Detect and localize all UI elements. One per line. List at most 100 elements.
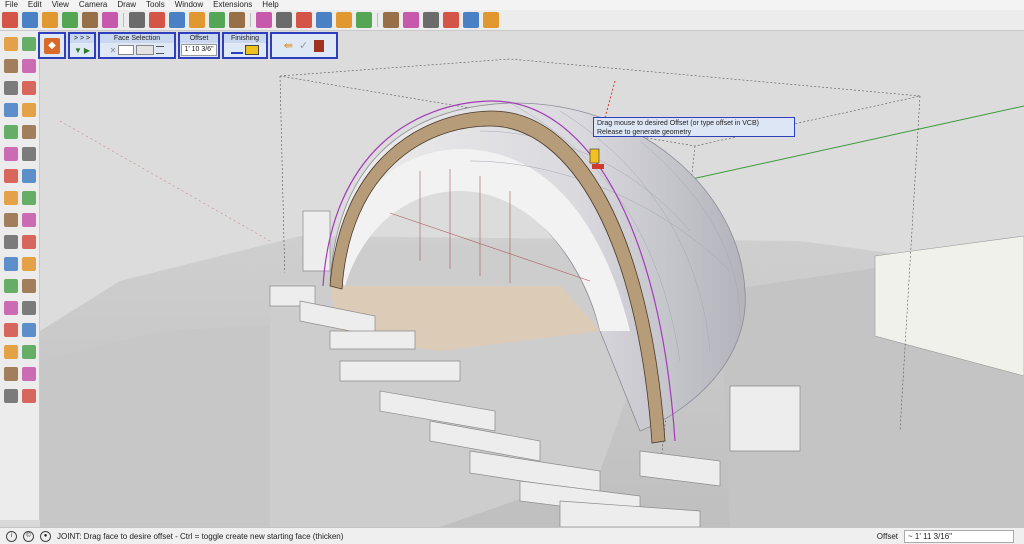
- circle-icon[interactable]: [4, 125, 18, 139]
- line-icon[interactable]: [4, 81, 18, 95]
- polygon-icon[interactable]: [22, 125, 36, 139]
- text-icon[interactable]: [22, 257, 36, 271]
- face-rect-icon[interactable]: [118, 45, 135, 55]
- menu-bar: File Edit View Camera Draw Tools Window Extensi…: [0, 0, 1024, 10]
- position-camera-icon[interactable]: [4, 367, 18, 381]
- direction-right-icon[interactable]: ▶: [84, 46, 90, 55]
- direction-group: > > > ▼ ▶: [68, 32, 96, 59]
- pan-icon[interactable]: [296, 12, 312, 28]
- paint-icon[interactable]: [4, 59, 18, 73]
- style-icon[interactable]: [443, 12, 459, 28]
- extension-warehouse-icon[interactable]: [383, 12, 399, 28]
- measurements-box: Offset ~ 1' 11 3/16": [877, 530, 1014, 543]
- face-grid-icon[interactable]: [136, 45, 155, 55]
- undo-icon[interactable]: ⇚: [284, 39, 293, 52]
- pushpull-icon[interactable]: [102, 12, 118, 28]
- zoom-extents-icon[interactable]: [4, 345, 18, 359]
- menu-camera[interactable]: Camera: [74, 0, 112, 10]
- direction-left-icon[interactable]: ▼: [74, 46, 82, 55]
- joint-pushpull-icon[interactable]: ◆: [44, 37, 60, 54]
- walk-icon[interactable]: [22, 345, 36, 359]
- offset-icon[interactable]: [22, 213, 36, 227]
- scale-icon[interactable]: [169, 12, 185, 28]
- validate-icon[interactable]: ✓: [299, 39, 308, 52]
- pie-icon[interactable]: [22, 147, 36, 161]
- offset-input[interactable]: 1' 10 3/6": [181, 44, 217, 56]
- arc-icon[interactable]: [62, 12, 78, 28]
- pan-icon[interactable]: [22, 301, 36, 315]
- zoom-window-icon[interactable]: [22, 323, 36, 337]
- orbit-icon[interactable]: [276, 12, 292, 28]
- scale-icon[interactable]: [4, 213, 18, 227]
- tape-icon[interactable]: [4, 235, 18, 249]
- line-icon[interactable]: [42, 12, 58, 28]
- menu-file[interactable]: File: [0, 0, 23, 10]
- rectangle-icon[interactable]: [82, 12, 98, 28]
- left-tool-palette: [0, 31, 40, 520]
- followme-icon[interactable]: [22, 191, 36, 205]
- section-icon[interactable]: [463, 12, 479, 28]
- component-icon[interactable]: [483, 12, 499, 28]
- menu-view[interactable]: View: [47, 0, 74, 10]
- finish-solid-icon[interactable]: [245, 45, 259, 55]
- clear-selection-icon[interactable]: ✕: [110, 46, 117, 55]
- toolbar-separator: [250, 13, 251, 27]
- tape-icon[interactable]: [209, 12, 225, 28]
- rotate-icon[interactable]: [4, 191, 18, 205]
- face-selection-label: Face Selection: [100, 34, 174, 43]
- offset-icon[interactable]: [189, 12, 205, 28]
- zoom-extents-icon[interactable]: [336, 12, 352, 28]
- joint-icon[interactable]: [22, 37, 36, 51]
- menu-edit[interactable]: Edit: [23, 0, 47, 10]
- move-icon[interactable]: [4, 169, 18, 183]
- look-around-icon[interactable]: [22, 367, 36, 381]
- geo-location-icon[interactable]: i: [6, 530, 17, 542]
- finishing-label: Finishing: [224, 34, 266, 43]
- menu-extensions[interactable]: Extensions: [208, 0, 257, 10]
- rotate-icon[interactable]: [149, 12, 165, 28]
- select-icon[interactable]: [4, 37, 18, 51]
- face-lines-icon[interactable]: [156, 46, 165, 54]
- rectangle-icon[interactable]: [4, 103, 18, 117]
- model-viewport[interactable]: [40, 31, 1024, 527]
- finishing-group: Finishing: [222, 32, 268, 59]
- axes-icon[interactable]: [4, 279, 18, 293]
- vcb-input[interactable]: ~ 1' 11 3/16": [904, 530, 1014, 543]
- eraser-icon[interactable]: [22, 12, 38, 28]
- user-icon[interactable]: ●: [40, 530, 51, 542]
- tooltip-line-1: Drag mouse to desired Offset (or type of…: [597, 120, 759, 127]
- joint-pushpull-toolbar: ◆ > > > ▼ ▶ Face Selection ✕ Offset 1' 1…: [38, 32, 338, 59]
- menu-help[interactable]: Help: [257, 0, 283, 10]
- orbit-icon[interactable]: [4, 301, 18, 315]
- offset-label: Offset: [180, 34, 218, 43]
- finish-line-icon[interactable]: [231, 46, 243, 54]
- credits-icon[interactable]: ©: [23, 530, 34, 542]
- text-icon[interactable]: [229, 12, 245, 28]
- freehand-icon[interactable]: [22, 81, 36, 95]
- eraser-icon[interactable]: [22, 59, 36, 73]
- layout-icon[interactable]: [403, 12, 419, 28]
- paint-icon[interactable]: [256, 12, 272, 28]
- menu-window[interactable]: Window: [170, 0, 208, 10]
- status-text: JOINT: Drag face to desire offset - Ctrl…: [57, 531, 344, 541]
- zoom-icon[interactable]: [316, 12, 332, 28]
- pushpull-icon[interactable]: [22, 169, 36, 183]
- rotated-rect-icon[interactable]: [22, 103, 36, 117]
- main-toolbar: [0, 10, 1024, 31]
- zoom-icon[interactable]: [4, 323, 18, 337]
- warehouse-icon[interactable]: [356, 12, 372, 28]
- status-bar: i © ● JOINT: Drag face to desire offset …: [0, 527, 1024, 544]
- menu-tools[interactable]: Tools: [141, 0, 170, 10]
- arc-icon[interactable]: [4, 147, 18, 161]
- menu-draw[interactable]: Draw: [112, 0, 141, 10]
- exit-icon[interactable]: [314, 39, 325, 52]
- move-icon[interactable]: [129, 12, 145, 28]
- section-plane-icon[interactable]: [22, 389, 36, 403]
- action-group: ⇚ ✓: [270, 32, 338, 59]
- protractor-icon[interactable]: [4, 257, 18, 271]
- select-icon[interactable]: [2, 12, 18, 28]
- footprint-icon[interactable]: [4, 389, 18, 403]
- sandbox-icon[interactable]: [423, 12, 439, 28]
- 3dtext-icon[interactable]: [22, 279, 36, 293]
- dimension-icon[interactable]: [22, 235, 36, 249]
